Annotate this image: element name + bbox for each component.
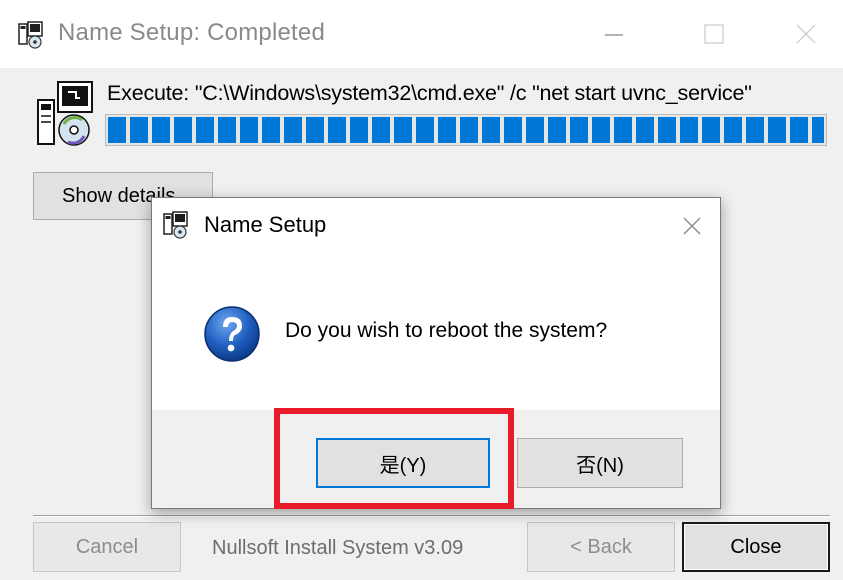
brand-text: Nullsoft Install System v3.09 [212,537,464,559]
close-window-button[interactable] [786,14,826,54]
progress-fill [108,117,824,143]
close-button[interactable]: Close [682,522,830,572]
minimize-icon [605,34,623,36]
highlight-box [274,408,514,509]
back-button[interactable]: < Back [527,522,675,572]
installer-icon [37,81,93,146]
no-button[interactable]: 否(N) [517,438,683,488]
question-icon [204,306,260,362]
cancel-button[interactable]: Cancel [33,522,181,572]
footer-separator [33,515,830,517]
maximize-icon [704,24,724,44]
close-icon [683,217,701,235]
maximize-button[interactable] [694,14,734,54]
minimize-button[interactable] [594,14,634,54]
dialog-close-button[interactable] [674,208,710,244]
window-title: Name Setup: Completed [58,19,326,46]
installer-app-icon [18,21,43,49]
title-bar: Name Setup: Completed [0,0,843,68]
close-icon [796,24,816,44]
dialog-question: Do you wish to reboot the system? [285,319,608,342]
install-status-text: Execute: "C:\Windows\system32\cmd.exe" /… [107,81,752,105]
installer-app-icon [163,211,188,239]
install-progress-bar [105,114,827,146]
dialog-title: Name Setup [204,212,327,237]
